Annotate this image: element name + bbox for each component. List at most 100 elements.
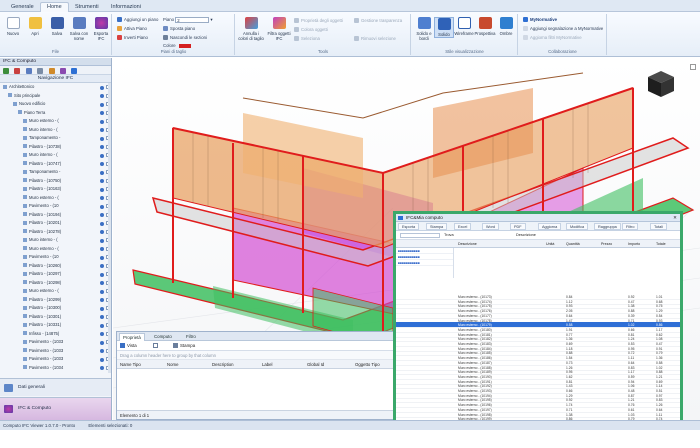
visibility-icon[interactable] (100, 145, 104, 149)
tree-node[interactable]: Muro esterno - ( (0, 287, 111, 296)
visibility-icon[interactable] (100, 357, 104, 362)
new-button[interactable]: Nuovo (2, 17, 24, 36)
sheet-tool-1[interactable]: Stampa (426, 223, 448, 230)
sheet-tool-3[interactable]: Word (482, 223, 500, 230)
tree-node[interactable]: Nuovo edificio (0, 100, 111, 109)
select-button[interactable]: Seleziona (294, 35, 320, 42)
visibility-icon[interactable] (100, 85, 104, 90)
tree-node[interactable]: Pilastro - (10260) (0, 262, 111, 271)
tab-general-data[interactable]: Dati generali (0, 378, 111, 396)
sheet-tool-8[interactable]: Filtro (622, 223, 639, 230)
solid-edges-button[interactable]: Solido e bordi (414, 17, 434, 41)
tree-node[interactable]: Pilastro - (10747) (0, 160, 111, 169)
tree-node[interactable]: Muro esterno - ( (0, 194, 111, 203)
move-plane-button[interactable]: Sposta piano (163, 25, 195, 32)
visibility-icon[interactable] (100, 213, 104, 217)
col-description[interactable]: Description (212, 360, 234, 369)
visibility-icon[interactable] (100, 272, 104, 277)
sheet-tool-4[interactable]: PDF (510, 223, 526, 230)
tree-node[interactable]: Pilastro - (10298) (0, 279, 111, 288)
visibility-icon[interactable] (100, 128, 104, 132)
wireframe-button[interactable]: Wireframe (454, 17, 474, 36)
tree-node[interactable]: Muro interno - ( (0, 236, 111, 245)
invert-plane-button[interactable]: Inverti Piano (117, 34, 148, 41)
visibility-icon[interactable] (100, 111, 104, 115)
close-icon[interactable]: ✕ (673, 214, 677, 222)
tree-node[interactable]: Pavimento - (1033 (0, 355, 111, 364)
tree-node[interactable]: Tamponamento - (0, 168, 111, 177)
activate-plane-button[interactable]: Attiva Piano (117, 25, 147, 32)
visibility-icon[interactable] (100, 332, 104, 336)
collapse-icon[interactable] (14, 67, 21, 74)
tree-scrollbar[interactable] (108, 83, 111, 373)
visibility-icon[interactable] (100, 281, 104, 285)
save-as-button[interactable]: Salva con nome (68, 17, 90, 41)
shadows-button[interactable]: Ombre (496, 17, 516, 36)
tab-filtro[interactable]: Filtro (183, 333, 199, 341)
tree-node[interactable]: Pavimento - (1034 (0, 364, 111, 373)
visibility-icon[interactable] (100, 315, 104, 319)
tab-informazioni[interactable]: Informazioni (104, 2, 148, 12)
sheet-col-amount[interactable]: Importo (628, 240, 640, 248)
visibility-icon[interactable] (100, 323, 104, 328)
tree-node[interactable]: Pavimento - (1033 (0, 338, 111, 347)
tree-node[interactable]: Pavimento - (10 (0, 253, 111, 262)
sheet-col-qty[interactable]: Quantità (566, 240, 580, 248)
tree-node[interactable]: Pilastro - (10278) (0, 228, 111, 237)
update-filters-button[interactable]: Aggiorna filtri MyNormative (523, 34, 582, 41)
open-button[interactable]: Apri (24, 17, 46, 36)
sheet-tool-0[interactable]: Esporta (398, 223, 420, 230)
print-button[interactable]: Stampa (180, 341, 195, 351)
visibility-icon[interactable] (100, 230, 104, 234)
visibility-icon[interactable] (100, 179, 104, 183)
visibility-icon[interactable] (100, 119, 104, 124)
col-type[interactable]: Name Tipo (120, 360, 141, 369)
visibility-icon[interactable] (100, 136, 104, 141)
tree-node[interactable]: Pilastro - (10750) (0, 177, 111, 186)
tab-generale[interactable]: Generale (4, 2, 41, 12)
visibility-icon[interactable] (100, 289, 104, 294)
tree-node[interactable]: Infisso - (14875) (0, 330, 111, 339)
hide-sections-toggle[interactable]: Nascondi le sezioni (163, 34, 207, 41)
sheet-tool-9[interactable]: Totali (650, 223, 667, 230)
add-report-button[interactable]: Aggiungi segnalazione a MyNormative (523, 25, 603, 32)
visibility-icon[interactable] (100, 153, 104, 158)
sheet-group-row[interactable]: ■■■■■■■■■■■ (396, 260, 453, 266)
visibility-icon[interactable] (100, 247, 104, 251)
tree-node[interactable]: Muro esterno - ( (0, 117, 111, 126)
eye-icon[interactable] (71, 67, 78, 74)
object-properties-button[interactable]: Proprietà degli oggetti (294, 17, 343, 24)
visibility-icon[interactable] (100, 306, 104, 311)
tab-strumenti[interactable]: Strumenti (68, 2, 106, 12)
tree-node[interactable]: Muro interno - ( (0, 151, 111, 160)
sheet-tool-5[interactable]: Aggiorna (538, 223, 562, 230)
tab-home[interactable]: Home (40, 2, 69, 12)
visibility-icon[interactable] (100, 94, 104, 98)
solid-button[interactable]: Solido (434, 17, 454, 38)
visibility-icon[interactable] (100, 264, 104, 268)
refresh-icon[interactable] (25, 67, 32, 74)
tab-ifc-computo[interactable]: IFC & Computo (0, 397, 111, 420)
perspective-button[interactable]: Prospettiva (474, 17, 496, 36)
color-objects-button[interactable]: Colora oggetti (294, 26, 328, 33)
tree-node[interactable]: Pavimento - (10 (0, 202, 111, 211)
visibility-icon[interactable] (100, 255, 104, 260)
viewport-options-icon[interactable] (690, 64, 696, 70)
tab-proprieta[interactable]: Proprietà (119, 333, 145, 341)
visibility-icon[interactable] (100, 187, 104, 192)
search-button[interactable]: Trova (444, 231, 454, 240)
tree-node[interactable]: Pilastro - (10738) (0, 143, 111, 152)
view-cube-icon[interactable] (646, 69, 676, 99)
tree-node[interactable]: Pavimento - (1033 (0, 347, 111, 356)
add-plane-button[interactable]: Aggiungi un piano (117, 16, 158, 23)
view-button[interactable]: Vista (127, 341, 137, 351)
section-color-picker[interactable]: Colore (163, 42, 191, 49)
tree-node[interactable]: Muro esterno - ( (0, 245, 111, 254)
visibility-icon[interactable] (100, 298, 104, 302)
sheet-tool-6[interactable]: Modifica (566, 223, 589, 230)
transparency-button[interactable]: Gestione trasparenza (354, 17, 402, 24)
remove-selection-button[interactable]: Rimuovi selezione (354, 35, 396, 42)
visibility-icon[interactable] (100, 170, 104, 175)
tab-computo[interactable]: Computo (151, 333, 175, 341)
col-name[interactable]: Nome (167, 360, 178, 369)
